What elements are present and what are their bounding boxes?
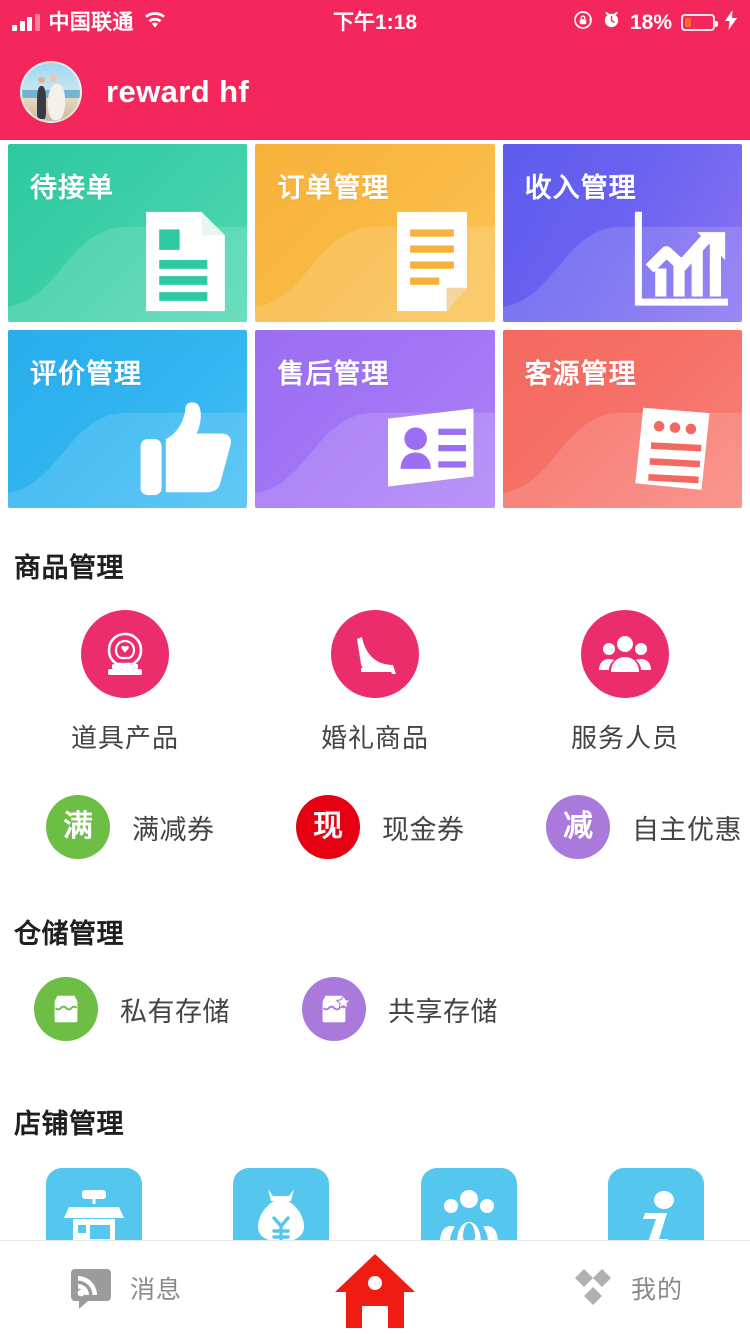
tile-label: 待接单 xyxy=(30,173,114,203)
status-time: 下午1:18 xyxy=(332,10,418,34)
section-title-product: 商品管理 xyxy=(14,553,124,583)
avatar[interactable] xyxy=(20,61,82,123)
id-card-icon xyxy=(383,395,481,500)
product-icon-row: 道具产品 婚礼商品 服务人员 xyxy=(0,610,750,755)
product-item-label: 婚礼商品 xyxy=(320,723,429,753)
battery-percent: 18% xyxy=(629,10,672,34)
coupon-item-custom-discount[interactable]: 减 自主优惠 xyxy=(500,795,750,859)
coupon-badge: 满 xyxy=(46,795,110,859)
charging-bolt-icon xyxy=(724,9,738,35)
product-item-label: 服务人员 xyxy=(570,723,679,753)
page-title: reward hf xyxy=(106,74,250,109)
coupon-badge: 减 xyxy=(546,795,610,859)
status-bar-center: 下午1:18 xyxy=(248,12,503,33)
home-icon xyxy=(332,1252,418,1328)
rss-message-icon xyxy=(68,1265,114,1311)
product-item-props[interactable]: 道具产品 xyxy=(0,610,250,755)
tab-profile[interactable]: 我的 xyxy=(500,1241,750,1334)
staff-people-icon xyxy=(581,610,669,698)
tile-label: 评价管理 xyxy=(30,359,142,389)
app-root: 中国联通 下午1:18 18% reward hf 待接单 订单管理 收入管理 … xyxy=(0,0,750,1334)
coupon-row: 满 满减券 现 现金券 减 自主优惠 xyxy=(0,795,750,859)
storage-label: 私有存储 xyxy=(120,996,230,1027)
customer-list-icon xyxy=(630,395,728,500)
tile-customer-source-management[interactable]: 客源管理 xyxy=(502,330,742,508)
feature-tile-grid: 待接单 订单管理 收入管理 评价管理 售后管理 客源管理 xyxy=(8,144,742,508)
storage-label: 共享存储 xyxy=(388,996,498,1027)
rotation-lock-icon xyxy=(573,10,593,35)
tab-messages[interactable]: 消息 xyxy=(0,1241,250,1334)
signal-bars-icon xyxy=(12,13,40,31)
tile-order-management[interactable]: 订单管理 xyxy=(255,144,495,322)
status-bar-right: 18% xyxy=(503,9,750,35)
status-bar: 中国联通 下午1:18 18% xyxy=(0,0,750,44)
tile-income-management[interactable]: 收入管理 xyxy=(502,144,742,322)
tile-label: 售后管理 xyxy=(277,359,390,389)
storage-item-private[interactable]: 私有存储 xyxy=(0,977,268,1041)
growth-chart-icon xyxy=(630,209,728,314)
tile-label: 收入管理 xyxy=(524,173,637,203)
storage-row: 私有存储 共享存储 xyxy=(0,977,750,1041)
high-heel-shoe-icon xyxy=(331,610,419,698)
product-item-label: 道具产品 xyxy=(70,723,179,753)
tile-pending-orders[interactable]: 待接单 xyxy=(8,144,248,322)
product-item-staff[interactable]: 服务人员 xyxy=(500,610,750,755)
storage-box-icon xyxy=(34,977,98,1041)
tab-home[interactable] xyxy=(250,1241,500,1334)
coupon-item-full-reduction[interactable]: 满 满减券 xyxy=(0,795,250,859)
thumbs-up-icon xyxy=(135,395,233,500)
carrier-name: 中国联通 xyxy=(48,10,134,34)
document-lines-icon xyxy=(135,209,233,314)
coupon-label: 满减券 xyxy=(132,814,215,845)
tile-label: 订单管理 xyxy=(277,173,390,203)
coupon-item-cash[interactable]: 现 现金券 xyxy=(250,795,500,859)
product-item-wedding-goods[interactable]: 婚礼商品 xyxy=(250,610,500,755)
tile-label: 客源管理 xyxy=(524,359,637,389)
storage-item-shared[interactable]: 共享存储 xyxy=(268,977,536,1041)
wifi-icon xyxy=(143,11,167,34)
section-title-storage: 仓储管理 xyxy=(14,919,124,949)
alarm-clock-icon xyxy=(602,10,621,34)
bottom-tab-bar: 消息 我的 xyxy=(0,1240,750,1334)
status-bar-left: 中国联通 xyxy=(0,11,248,34)
battery-icon xyxy=(681,13,718,31)
wedding-arch-icon xyxy=(81,610,169,698)
order-paper-icon xyxy=(383,209,481,314)
diamond-cluster-icon xyxy=(567,1265,615,1311)
coupon-label: 自主优惠 xyxy=(632,814,742,845)
app-header: reward hf xyxy=(0,44,750,140)
tile-review-management[interactable]: 评价管理 xyxy=(8,330,248,508)
coupon-label: 现金券 xyxy=(382,814,465,845)
tab-label: 我的 xyxy=(630,1275,683,1304)
tab-label: 消息 xyxy=(129,1275,182,1304)
section-title-shop: 店铺管理 xyxy=(14,1109,124,1139)
shared-storage-box-icon xyxy=(302,977,366,1041)
tile-aftersales-management[interactable]: 售后管理 xyxy=(255,330,495,508)
coupon-badge: 现 xyxy=(296,795,360,859)
